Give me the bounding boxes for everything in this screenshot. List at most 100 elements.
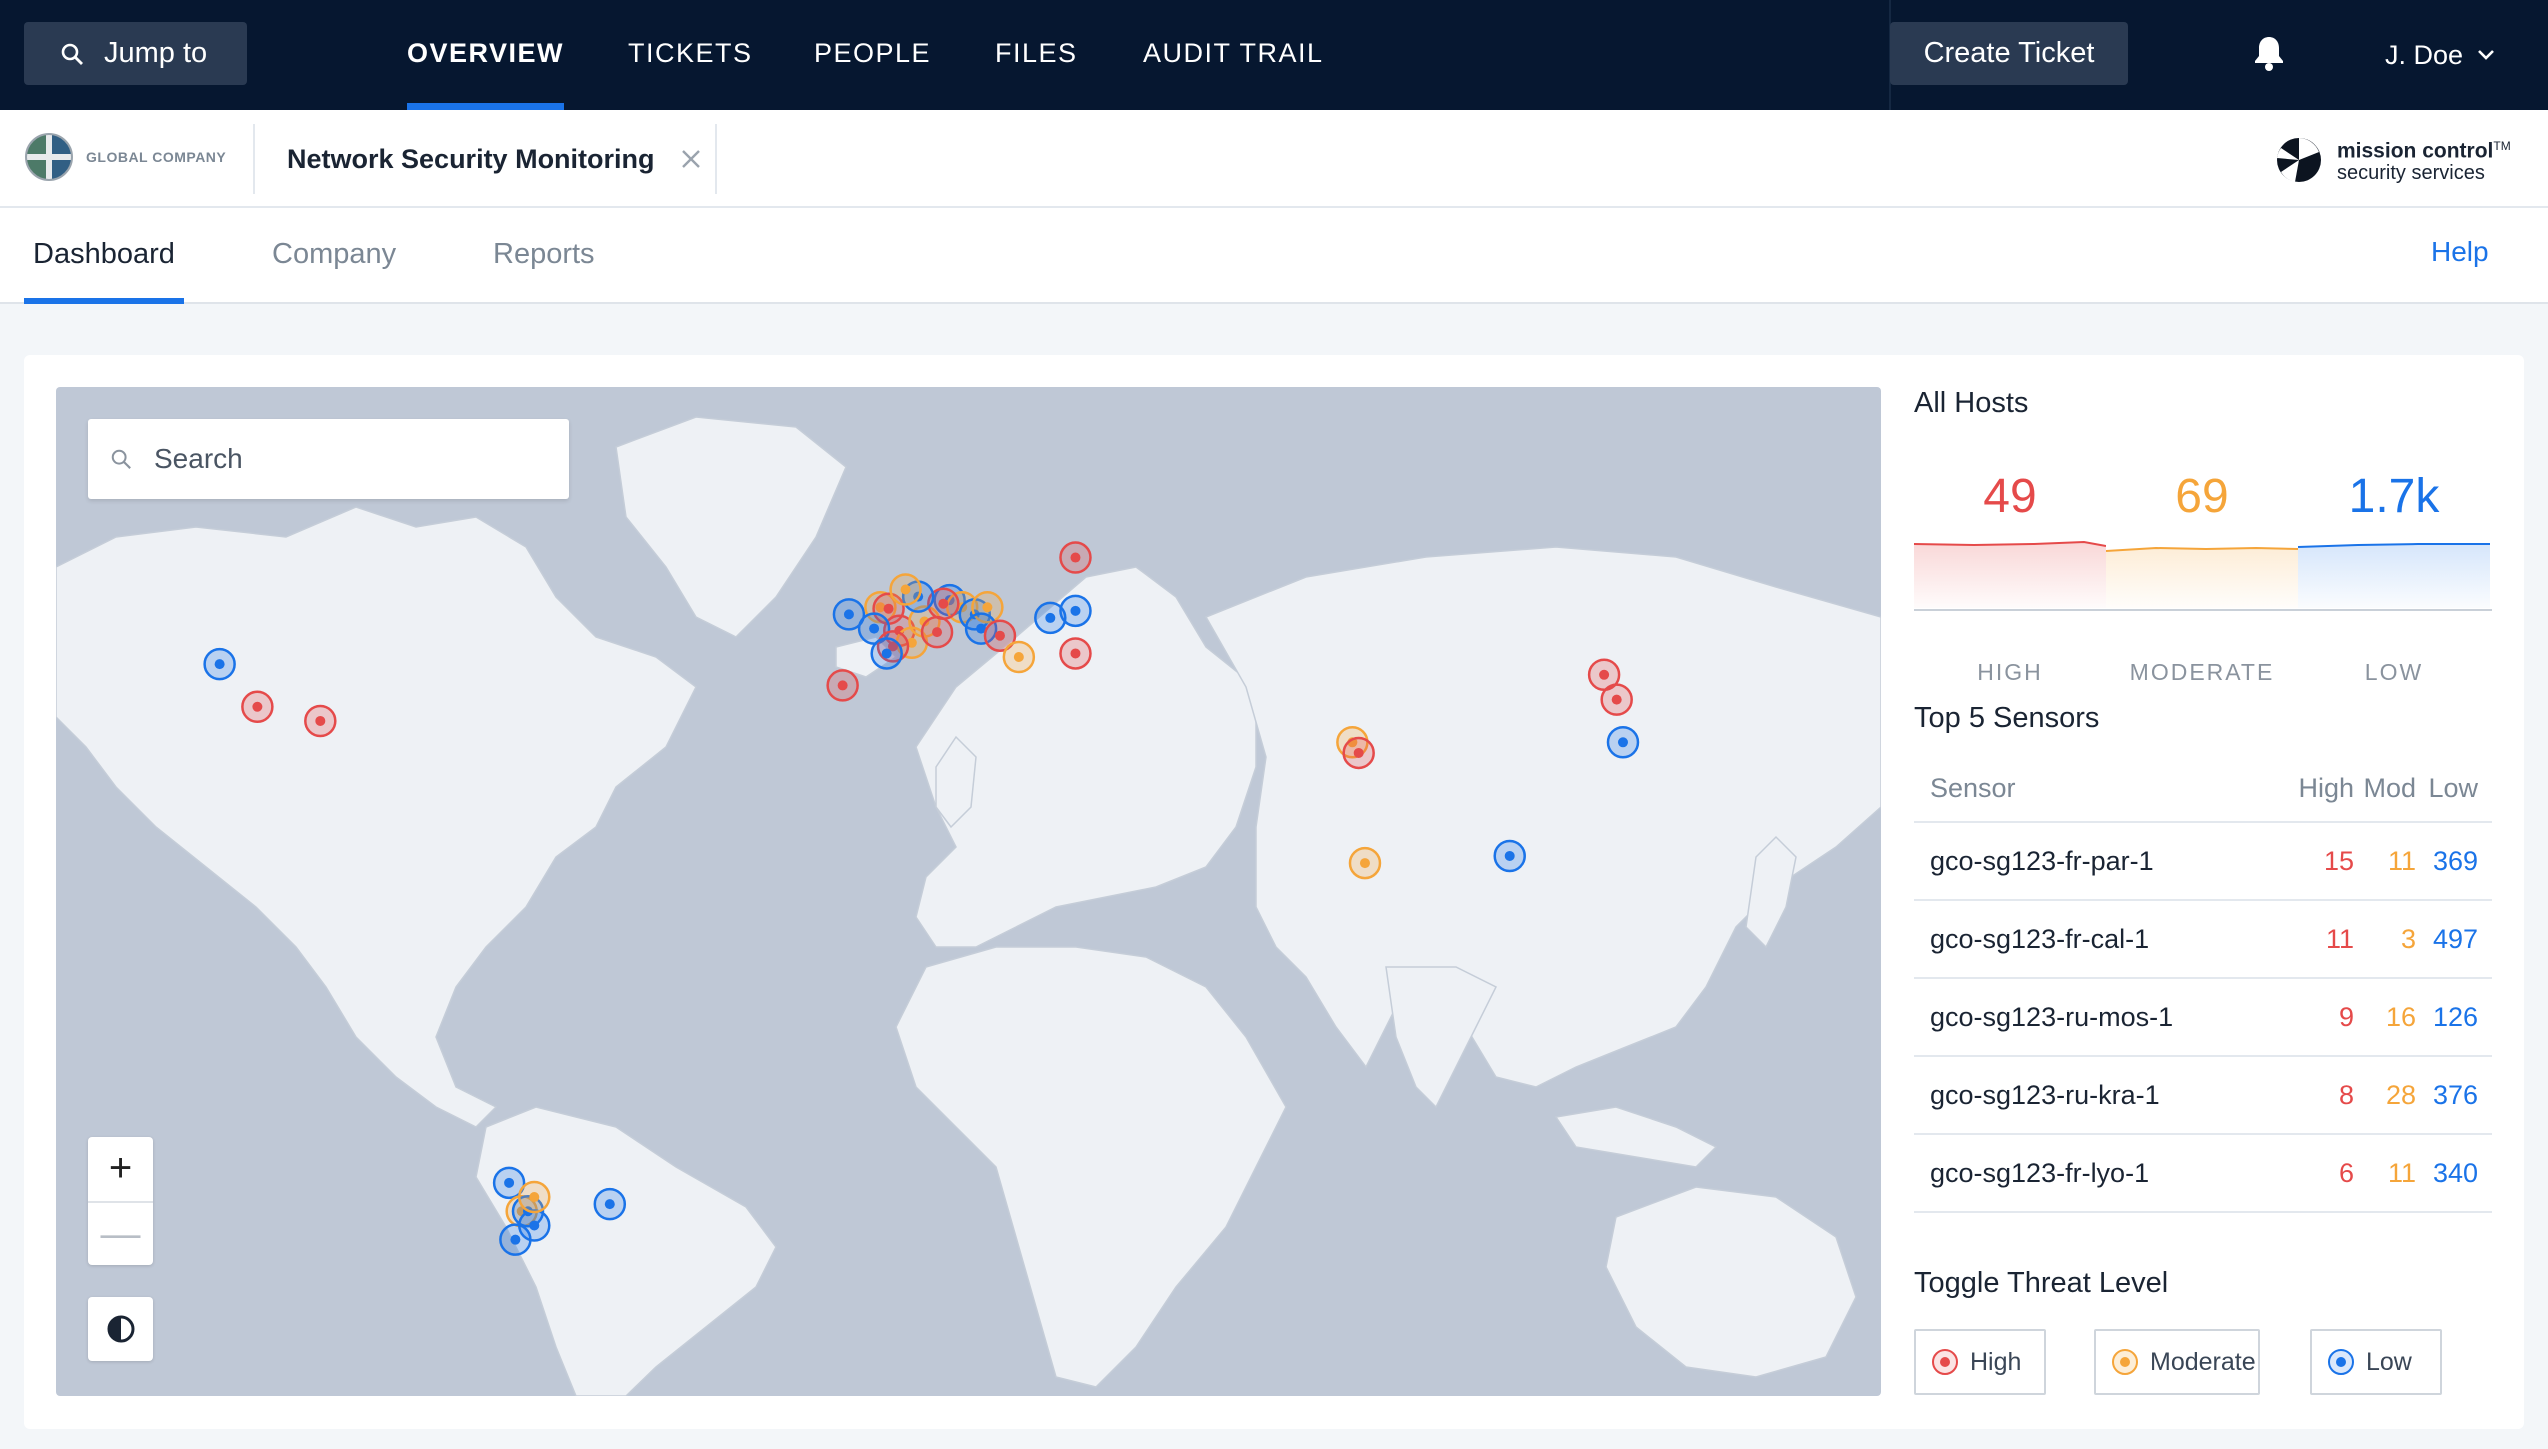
sensor-name: gco-sg123-ru-kra-1 — [1930, 1079, 2160, 1110]
zoom-out-button[interactable]: — — [88, 1201, 153, 1265]
stat-moderate-sparkline — [2106, 546, 2298, 608]
sensor-mod: 16 — [2385, 1001, 2416, 1032]
map-marker-high[interactable] — [1600, 683, 1633, 716]
map-marker-high[interactable] — [304, 704, 337, 738]
sensor-low: 369 — [2432, 845, 2478, 876]
toggle-moderate-label: Moderate — [2150, 1347, 2256, 1376]
map-marker-moderate[interactable] — [1348, 846, 1382, 880]
map-marker-low[interactable] — [203, 647, 236, 681]
company-bar: GLOBAL COMPANY Network Security Monitori… — [0, 110, 2548, 208]
nav-audit-trail[interactable]: AUDIT TRAIL — [1143, 0, 1324, 110]
map-marker-high[interactable] — [1059, 637, 1092, 670]
stat-high-value: 49 — [1983, 470, 2037, 523]
map-marker-low[interactable] — [1606, 726, 1640, 759]
land-greenland — [615, 416, 847, 638]
nav-people[interactable]: PEOPLE — [814, 0, 931, 110]
map-marker-high[interactable] — [1342, 736, 1375, 770]
company-logo[interactable]: GLOBAL COMPANY — [24, 132, 226, 182]
sensor-low: 497 — [2432, 923, 2478, 954]
map-marker-low[interactable] — [870, 637, 903, 670]
table-row[interactable]: gco-sg123-fr-par-1 15 11 369 — [1914, 823, 2492, 901]
help-link[interactable]: Help — [2431, 208, 2489, 302]
map-marker-high[interactable] — [920, 615, 954, 649]
land-north-america — [56, 506, 697, 1128]
search-input[interactable] — [154, 443, 534, 475]
stat-low-label: LOW — [2364, 659, 2424, 685]
sensor-mod: 3 — [2400, 923, 2416, 954]
tab-company[interactable]: Company — [272, 208, 396, 302]
search-icon — [61, 43, 83, 65]
nav-tickets[interactable]: TICKETS — [628, 0, 753, 110]
create-ticket-button[interactable]: Create Ticket — [1890, 22, 2128, 85]
sensor-name: gco-sg123-fr-par-1 — [1930, 845, 2154, 876]
jump-to-button[interactable]: Jump to — [24, 22, 247, 85]
map-marker-high[interactable] — [1059, 541, 1092, 574]
map-marker-low[interactable] — [499, 1223, 532, 1256]
sensor-name: gco-sg123-fr-cal-1 — [1930, 923, 2150, 954]
stat-moderate-value: 69 — [2175, 470, 2229, 523]
map-search[interactable] — [88, 419, 569, 499]
land-asia — [1204, 546, 1881, 1088]
stat-high[interactable]: 49 HIGH — [1914, 467, 2106, 685]
table-row[interactable]: gco-sg123-fr-lyo-1 6 11 340 — [1914, 1135, 2492, 1213]
dashboard-card: + — All Hosts 49 HIGH 69 — [24, 355, 2524, 1429]
user-name: J. Doe — [2385, 40, 2464, 70]
map-marker-high[interactable] — [241, 690, 274, 724]
map-marker-moderate[interactable] — [889, 573, 922, 606]
toggle-low-button[interactable]: Low — [2310, 1329, 2442, 1395]
map-marker-high[interactable] — [826, 669, 859, 702]
jump-to-label: Jump to — [104, 37, 208, 69]
mission-control-logo-icon — [2277, 138, 2321, 182]
stat-high-sparkline — [1914, 540, 2106, 608]
divider — [253, 124, 255, 194]
sensor-high: 15 — [2323, 845, 2354, 876]
map-marker-moderate[interactable] — [1002, 640, 1036, 674]
stat-moderate[interactable]: 69 MODERATE — [2106, 467, 2298, 685]
map-marker-low[interactable] — [593, 1187, 627, 1221]
toggle-high-button[interactable]: High — [1914, 1329, 2046, 1395]
world-map[interactable]: + — — [56, 387, 1881, 1396]
zoom-in-button[interactable]: + — [88, 1137, 153, 1201]
hosts-panel: All Hosts 49 HIGH 69 MODERATE 1.7k LOW T… — [1914, 387, 2492, 1395]
contrast-icon — [107, 1315, 134, 1343]
divider — [715, 124, 717, 194]
table-row[interactable]: gco-sg123-ru-kra-1 8 28 376 — [1914, 1057, 2492, 1135]
stat-low[interactable]: 1.7k LOW — [2298, 467, 2490, 685]
chevron-down-icon — [2478, 50, 2494, 60]
map-marker-low[interactable] — [1059, 594, 1092, 628]
col-low[interactable]: Low — [2416, 773, 2486, 804]
toggle-low-label: Low — [2366, 1347, 2412, 1376]
top-sensors-title: Top 5 Sensors — [1914, 702, 2100, 734]
top-navigation: Jump to OVERVIEW TICKETS PEOPLE FILES AU… — [0, 0, 2548, 110]
map-marker-low[interactable] — [1493, 839, 1526, 873]
contrast-toggle-button[interactable] — [88, 1297, 153, 1361]
tab-reports[interactable]: Reports — [493, 208, 595, 302]
land-australia — [1605, 1186, 1857, 1378]
col-sensor[interactable]: Sensor — [1914, 773, 2274, 804]
sensors-table: Sensor High Mod Low gco-sg123-fr-par-1 1… — [1914, 755, 2492, 1213]
sensor-high: 8 — [2338, 1079, 2354, 1110]
sub-tabs: Dashboard Company Reports Help — [0, 208, 2548, 304]
sensor-mod: 11 — [2387, 845, 2416, 876]
map-canvas[interactable] — [56, 387, 1881, 1396]
company-logo-text: GLOBAL COMPANY — [86, 149, 227, 165]
low-level-icon — [2328, 1349, 2354, 1375]
bell-icon[interactable] — [2252, 34, 2286, 72]
col-high[interactable]: High — [2274, 773, 2354, 804]
tab-dashboard[interactable]: Dashboard — [24, 208, 184, 304]
nav-overview[interactable]: OVERVIEW — [407, 0, 565, 110]
toggle-moderate-button[interactable]: Moderate — [2094, 1329, 2260, 1395]
user-menu[interactable]: J. Doe — [2385, 0, 2495, 110]
table-row[interactable]: gco-sg123-ru-mos-1 9 16 126 — [1914, 979, 2492, 1057]
table-row[interactable]: gco-sg123-fr-cal-1 11 3 497 — [1914, 901, 2492, 979]
land-africa — [895, 946, 1287, 1388]
brand-trademark: TM — [2493, 139, 2511, 154]
col-mod[interactable]: Mod — [2354, 773, 2416, 804]
mission-control-text: mission controlTM security services — [2337, 136, 2511, 184]
map-marker-moderate[interactable] — [518, 1180, 551, 1214]
moderate-level-icon — [2112, 1349, 2138, 1375]
close-icon[interactable] — [676, 144, 706, 174]
brand-subtitle: security services — [2337, 161, 2485, 184]
company-tab-title[interactable]: Network Security Monitoring — [287, 110, 655, 208]
nav-files[interactable]: FILES — [995, 0, 1078, 110]
